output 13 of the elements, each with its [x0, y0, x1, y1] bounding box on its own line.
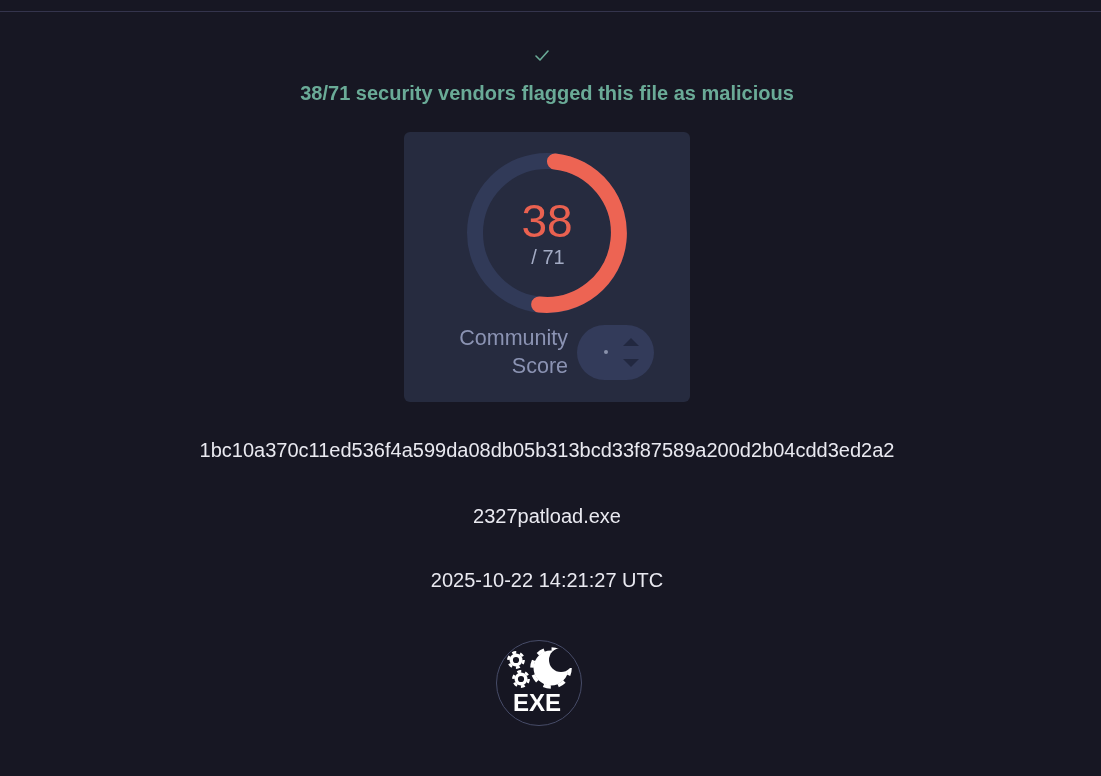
detection-total: / 71 [531, 245, 565, 269]
file-name: 2327patload.exe [473, 504, 621, 528]
community-score-label: Community Score [458, 325, 568, 380]
file-hash: 1bc10a370c11ed536f4a599da08db05b313bcd33f87589a200d2b04cdd3ed2a2 [199, 438, 895, 462]
caret-up-icon[interactable] [623, 337, 639, 346]
dot-icon [604, 350, 608, 354]
file-type-label: EXE [513, 691, 561, 715]
gears-icon [506, 646, 574, 690]
detection-count: 38 [521, 197, 573, 245]
check-icon [535, 50, 549, 61]
verdict-summary: 38/71 security vendors flagged this file as malicious [300, 81, 794, 105]
file-date: 2025-10-22 14:21:27 UTC [430, 568, 664, 592]
caret-down-icon[interactable] [623, 358, 639, 367]
